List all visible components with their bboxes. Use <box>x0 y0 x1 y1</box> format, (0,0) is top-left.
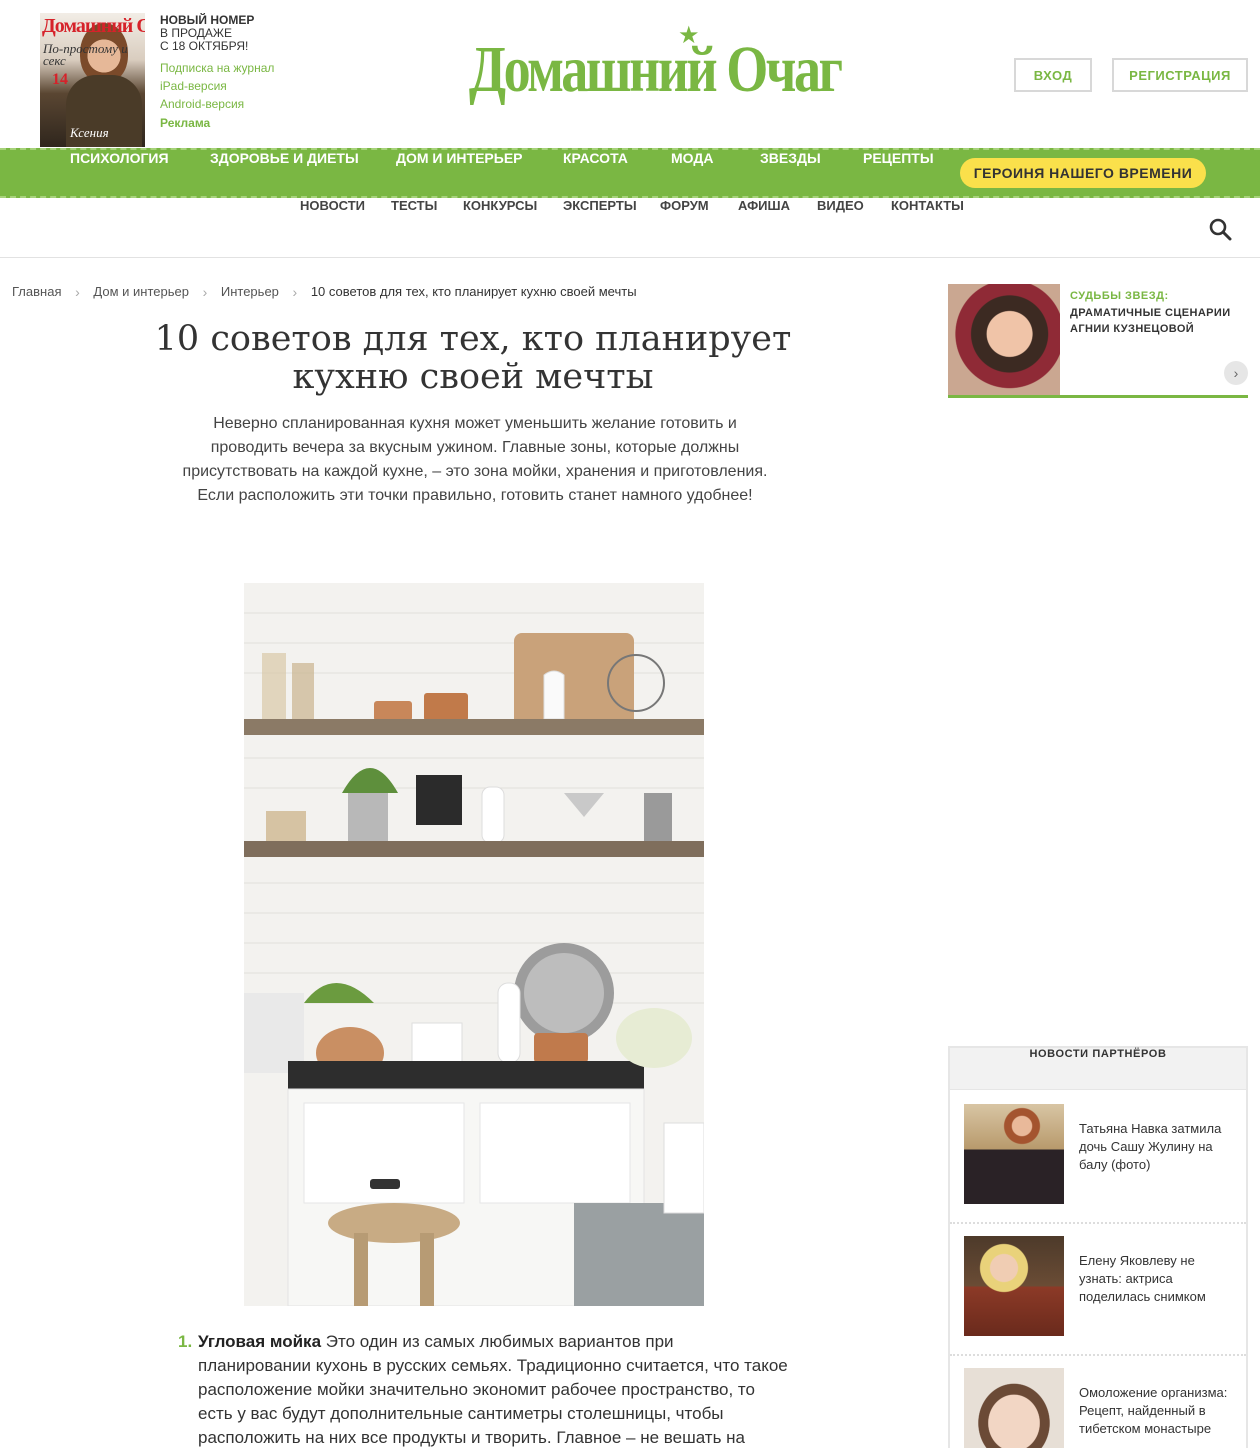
promo-kicker: СУДЬБЫ ЗВЕЗД: <box>1070 290 1169 302</box>
issue-date: С 18 ОКТЯБРЯ! <box>160 39 249 53</box>
nav-health[interactable]: ЗДОРОВЬЕ И ДИЕТЫ <box>210 150 359 196</box>
logo-text: Домашний Очаг <box>468 33 843 106</box>
cover-number: 14 <box>52 71 68 88</box>
divider <box>950 1222 1246 1224</box>
article-list: 1. Угловая мойка Это один из самых любим… <box>178 1330 788 1448</box>
subnav-experts[interactable]: ЭКСПЕРТЫ <box>563 198 637 256</box>
star-promo[interactable]: СУДЬБЫ ЗВЕЗД: ДРАМАТИЧНЫЕ СЦЕНАРИИ АГНИИ… <box>948 284 1248 398</box>
partner-item[interactable]: Татьяна Навка затмила дочь Сашу Жулину н… <box>964 1104 1236 1204</box>
breadcrumb: Главная › Дом и интерьер › Интерьер › 10… <box>12 283 637 300</box>
nav-fashion[interactable]: МОДА <box>671 150 713 196</box>
partner-text[interactable]: Омоложение организма: Рецепт, найденный … <box>1079 1384 1239 1438</box>
advertising-link[interactable]: Реклама <box>160 113 274 133</box>
login-button[interactable]: ВХОД <box>1014 58 1092 92</box>
nav-heroine-button[interactable]: ГЕРОИНЯ НАШЕГО ВРЕМЕНИ <box>960 158 1206 188</box>
partner-thumb <box>964 1236 1064 1336</box>
article-lead: Неверно спланированная кухня может умень… <box>182 415 768 504</box>
nav-beauty[interactable]: КРАСОТА <box>563 150 628 196</box>
subnav-contests[interactable]: КОНКУРСЫ <box>463 198 537 256</box>
breadcrumb-interior[interactable]: Интерьер <box>221 284 279 299</box>
subnav-forum[interactable]: ФОРУМ <box>660 198 709 256</box>
site-logo[interactable]: Домашний Очаг ★ <box>428 22 843 122</box>
list-number: 1. <box>178 1332 193 1351</box>
breadcrumb-home-interior[interactable]: Дом и интерьер <box>93 284 189 299</box>
list-item: 1. Угловая мойка Это один из самых любим… <box>178 1330 788 1448</box>
subnav-tests[interactable]: ТЕСТЫ <box>391 198 437 256</box>
partner-thumb <box>964 1368 1064 1448</box>
cover-masthead: Домашний Очаг <box>42 15 145 37</box>
issue-info: НОВЫЙ НОМЕР В ПРОДАЖЕ С 18 ОКТЯБРЯ! Подп… <box>160 14 274 133</box>
partner-text[interactable]: Татьяна Навка затмила дочь Сашу Жулину н… <box>1079 1120 1239 1174</box>
nav-home[interactable]: ДОМ И ИНТЕРЬЕР <box>396 150 523 196</box>
nav-recipes[interactable]: РЕЦЕПТЫ <box>863 150 934 196</box>
subnav-news[interactable]: НОВОСТИ <box>300 198 365 256</box>
partner-item[interactable]: Елену Яковлеву не узнать: актриса подели… <box>964 1236 1236 1336</box>
article-title: 10 советов для тех, кто планирует кухню … <box>154 319 792 397</box>
partner-news-title: НОВОСТИ ПАРТНЁРОВ <box>950 1048 1246 1090</box>
article-photo <box>244 583 704 1306</box>
chevron-right-icon: › <box>75 283 80 300</box>
subnav-video[interactable]: ВИДЕО <box>817 198 864 256</box>
nav-stars[interactable]: ЗВЕЗДЫ <box>760 150 821 196</box>
breadcrumb-home[interactable]: Главная <box>12 284 61 299</box>
breadcrumb-current: 10 советов для тех, кто планирует кухню … <box>310 284 637 300</box>
promo-image <box>948 284 1060 395</box>
main-nav: ПСИХОЛОГИЯ ЗДОРОВЬЕ И ДИЕТЫ ДОМ И ИНТЕРЬ… <box>0 148 1260 198</box>
chevron-right-icon: › <box>292 283 298 300</box>
partner-thumb <box>964 1104 1064 1204</box>
list-heading: Угловая мойка <box>198 1332 322 1351</box>
kitchen-photo-illustration <box>244 583 704 1306</box>
chevron-right-icon[interactable]: › <box>1224 361 1248 385</box>
cover-name: Ксения <box>70 125 109 140</box>
divider <box>950 1354 1246 1356</box>
nav-psychology[interactable]: ПСИХОЛОГИЯ <box>70 150 169 196</box>
android-link[interactable]: Android-версия <box>160 95 274 113</box>
register-button[interactable]: РЕГИСТРАЦИЯ <box>1112 58 1248 92</box>
partner-item[interactable]: Омоложение организма: Рецепт, найденный … <box>964 1368 1236 1448</box>
partner-news: НОВОСТИ ПАРТНЁРОВ Татьяна Навка затмила … <box>948 1046 1248 1448</box>
site-header: Домашний Очаг По-простому и секс 14 Ксен… <box>0 0 1260 148</box>
list-text: Угловая мойка Это один из самых любимых … <box>198 1330 788 1448</box>
magazine-cover[interactable]: Домашний Очаг По-простому и секс 14 Ксен… <box>40 13 145 147</box>
subscribe-link[interactable]: Подписка на журнал <box>160 59 274 77</box>
star-icon: ★ <box>678 22 700 49</box>
cover-tagline: По-простому и секс <box>43 41 128 68</box>
subnav-afisha[interactable]: АФИША <box>738 198 790 256</box>
partner-text[interactable]: Елену Яковлеву не узнать: актриса подели… <box>1079 1252 1239 1306</box>
promo-headline[interactable]: ДРАМАТИЧНЫЕ СЦЕНАРИИ АГНИИ КУЗНЕЦОВОЙ <box>1070 305 1246 337</box>
subnav-contacts[interactable]: КОНТАКТЫ <box>891 198 964 256</box>
sub-nav: НОВОСТИ ТЕСТЫ КОНКУРСЫ ЭКСПЕРТЫ ФОРУМ АФ… <box>0 198 1260 258</box>
ipad-link[interactable]: iPad-версия <box>160 77 274 95</box>
chevron-right-icon: › <box>202 283 208 300</box>
search-icon[interactable] <box>1208 217 1232 241</box>
